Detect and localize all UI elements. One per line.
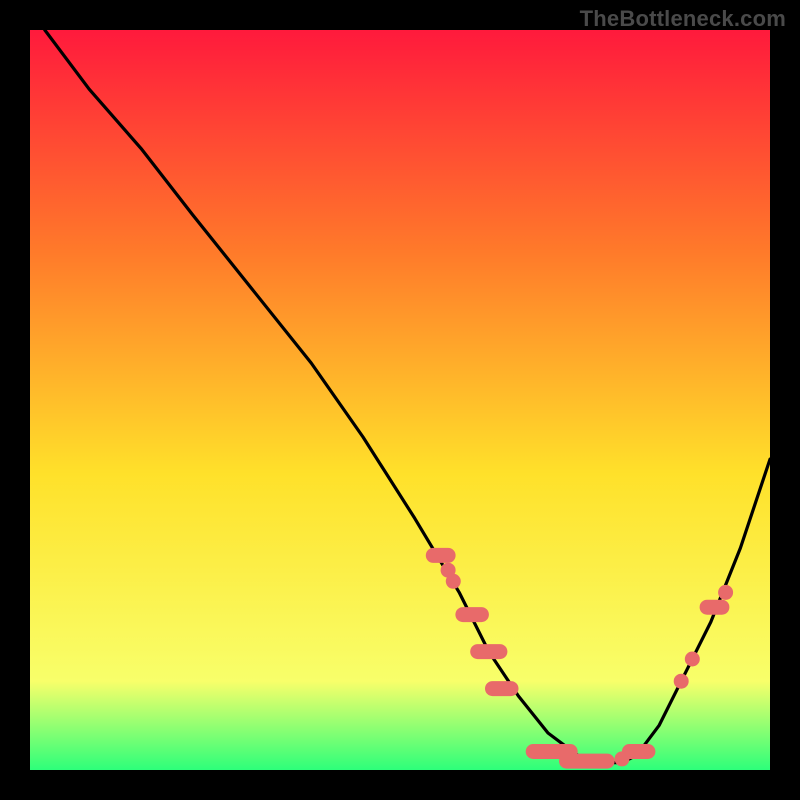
chart-frame: TheBottleneck.com: [0, 0, 800, 800]
chart-svg: [30, 30, 770, 770]
plot-area: [30, 30, 770, 770]
data-point: [674, 674, 689, 689]
watermark-text: TheBottleneck.com: [580, 6, 786, 32]
data-point: [685, 652, 700, 667]
gradient-background: [30, 30, 770, 770]
data-point: [718, 585, 733, 600]
data-point: [446, 574, 461, 589]
